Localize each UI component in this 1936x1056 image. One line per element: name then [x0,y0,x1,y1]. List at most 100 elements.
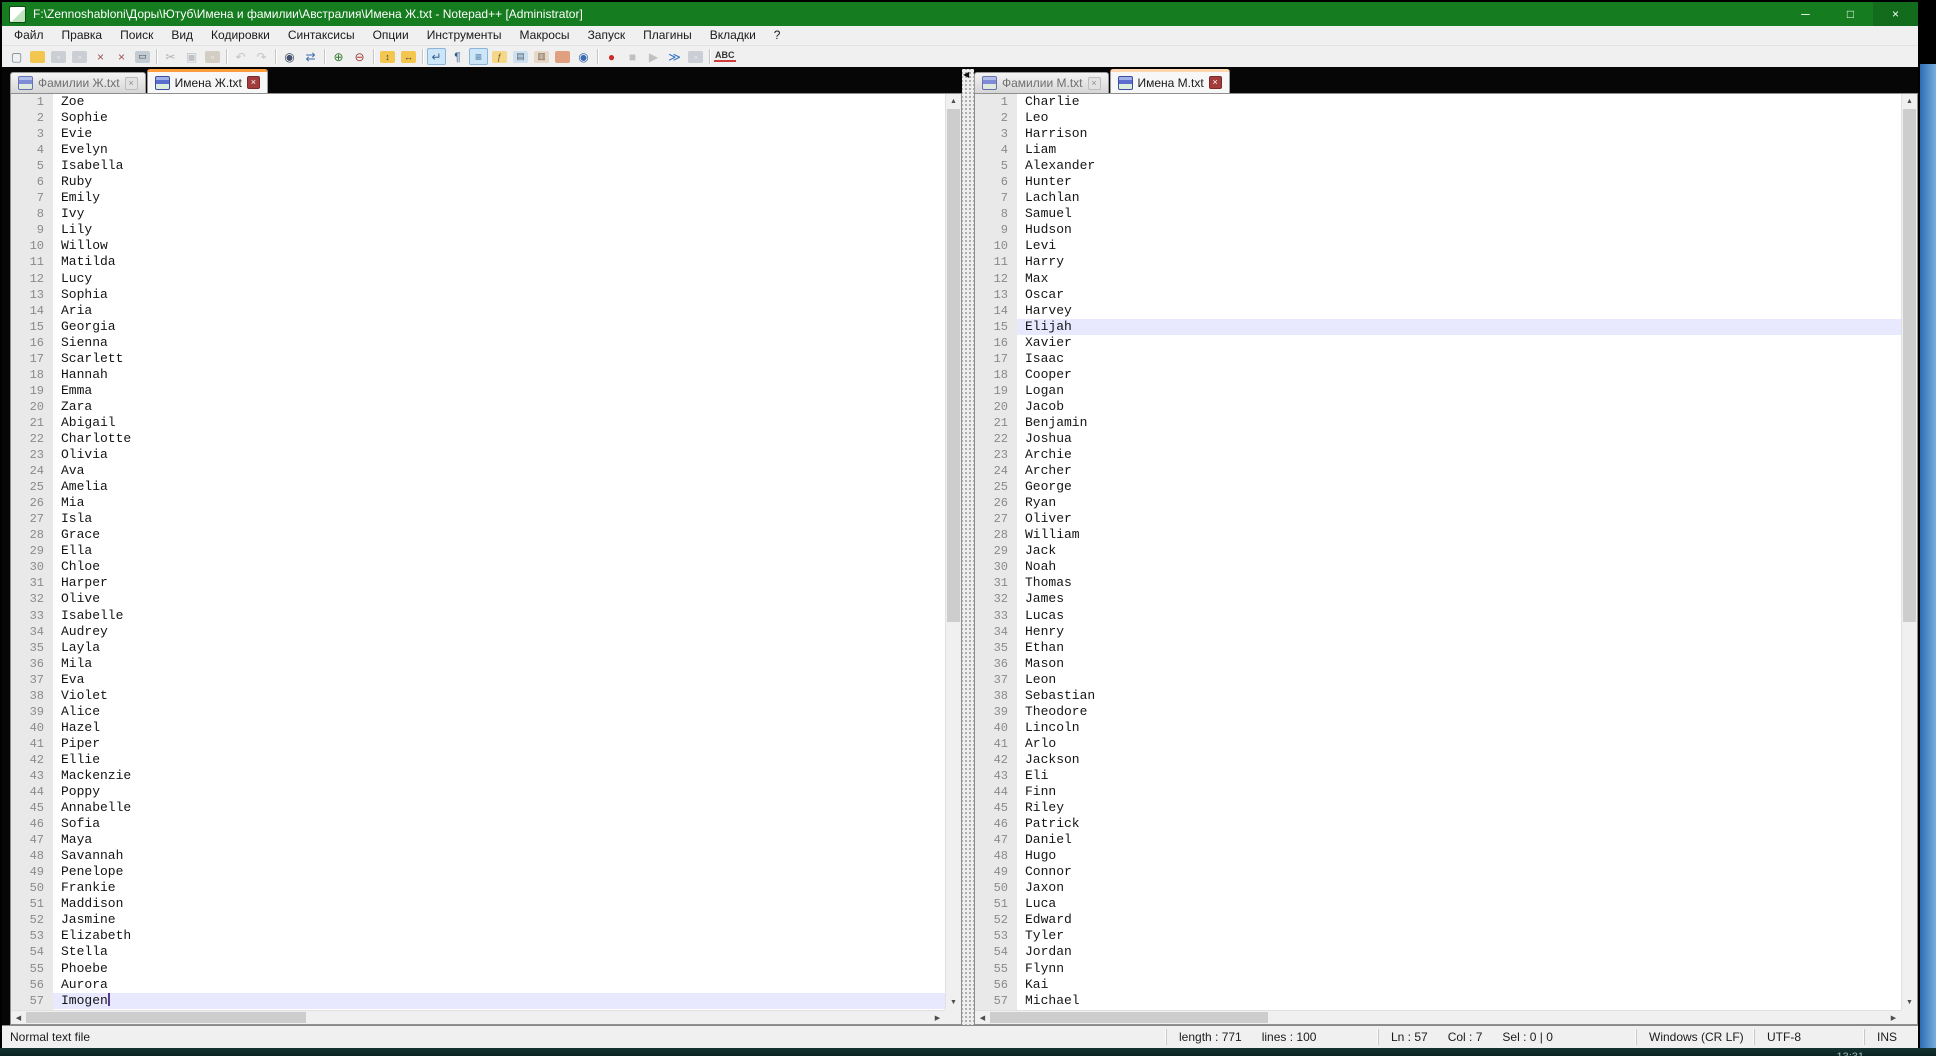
line-number: 27 [11,511,53,527]
status-eol-format[interactable]: Windows (CR LF) [1636,1029,1754,1045]
menu-item-file[interactable]: Файл [5,26,53,45]
line-text: George [1017,479,1901,495]
left-hscroll-thumb[interactable] [26,1012,306,1023]
zoom-in-icon[interactable]: ⊕ [329,48,348,65]
minimize-button[interactable]: ─ [1783,2,1828,26]
replace-icon[interactable]: ⇄ [301,48,320,65]
redo-icon[interactable]: ↷ [252,48,271,65]
pane-splitter[interactable]: ◀ [962,69,974,1025]
close-button[interactable]: × [1873,2,1918,26]
menu-item-window[interactable]: Вкладки [701,26,765,45]
line-number: 18 [975,367,1017,383]
line-text: Audrey [53,624,945,640]
saved-floppy-icon [18,76,33,90]
menu-item-macro[interactable]: Макросы [511,26,579,45]
tab-фамилии-m-txt[interactable]: Фамилии M.txt× [974,72,1109,93]
spell-check-abc-icon[interactable]: ABC [714,48,736,65]
paste-icon[interactable]: ▫ [203,48,222,65]
tab-close-icon[interactable]: × [1088,77,1101,90]
status-typing-mode[interactable]: INS [1864,1029,1918,1045]
line-number: 30 [11,559,53,575]
right-vertical-scrollbar[interactable]: ▲ ▼ [1901,94,1917,1010]
menu-item-tools[interactable]: Инструменты [418,26,511,45]
macro-save-icon[interactable]: ▫ [686,48,705,65]
scroll-down-arrow-icon[interactable]: ▼ [946,995,961,1010]
macro-playback-icon[interactable]: ▶ [644,48,663,65]
maximize-button[interactable]: □ [1828,2,1873,26]
menu-item-view[interactable]: Вид [162,26,202,45]
save-icon[interactable]: ▫ [49,48,68,65]
menu-item-edit[interactable]: Правка [53,26,112,45]
undo-icon[interactable]: ↶ [231,48,250,65]
file-monitoring-eye-icon[interactable]: ◉ [574,48,593,65]
editor-line: 28William [975,527,1901,543]
left-editor[interactable]: 1Zoe2Sophie3Evie4Evelyn5Isabella6Ruby7Em… [10,93,962,1025]
save-all-icon[interactable]: ▫ [70,48,89,65]
line-number: 13 [11,287,53,303]
tab-close-icon[interactable]: × [1209,76,1222,89]
status-cursor-position: Ln : 57 Col : 7 Sel : 0 | 0 [1378,1029,1636,1045]
indent-guide-icon[interactable]: ≡ [469,48,488,65]
close-file-icon[interactable]: × [91,48,110,65]
macro-run-multiple-icon[interactable]: ≫ [665,48,684,65]
menu-item-run[interactable]: Запуск [579,26,635,45]
line-text: Charlie [1017,94,1901,110]
sync-horizontal-scrolling-icon[interactable]: ↔ [399,48,418,65]
editor-line: 15Elijah [975,319,1901,335]
scroll-left-arrow-icon[interactable]: ◀ [11,1011,26,1024]
right-hscroll-thumb[interactable] [990,1012,1268,1023]
scroll-up-arrow-icon[interactable]: ▲ [946,94,961,109]
function-list-icon[interactable]: ƒ [490,48,509,65]
tab-close-icon[interactable]: × [247,76,260,89]
menu-item-help[interactable]: ? [765,26,790,45]
right-horizontal-scrollbar[interactable]: ◀ ▶ [975,1010,1901,1024]
show-all-characters-icon[interactable]: ¶ [448,48,467,65]
line-text: Hudson [1017,222,1901,238]
macro-stop-icon[interactable]: ■ [623,48,642,65]
scroll-right-arrow-icon[interactable]: ▶ [1886,1011,1901,1024]
line-number: 29 [11,543,53,559]
macro-record-icon[interactable]: ● [602,48,621,65]
menu-item-search[interactable]: Поиск [111,26,162,45]
menu-item-encoding[interactable]: Кодировки [202,26,279,45]
title-bar: F:\Zennoshabloni\Доры\Ютуб\Имена и фамил… [2,2,1918,26]
tab-close-icon[interactable]: × [125,77,138,90]
menu-item-language[interactable]: Синтаксисы [279,26,364,45]
line-text: Emily [53,190,945,206]
word-wrap-icon[interactable]: ↵ [427,48,446,65]
splitter-collapse-arrow-icon[interactable]: ◀ [963,71,969,79]
left-vscroll-thumb[interactable] [947,109,960,622]
open-file-icon[interactable] [28,48,47,65]
tab-имена-ж-txt[interactable]: Имена Ж.txt× [147,69,268,93]
close-all-icon[interactable]: × [112,48,131,65]
zoom-out-icon[interactable]: ⊖ [350,48,369,65]
scroll-right-arrow-icon[interactable]: ▶ [930,1011,945,1024]
sync-vertical-scrolling-icon[interactable]: ↕ [378,48,397,65]
status-encoding[interactable]: UTF-8 [1754,1029,1864,1045]
find-icon[interactable]: ◉ [280,48,299,65]
scroll-left-arrow-icon[interactable]: ◀ [975,1011,990,1024]
document-map-icon[interactable]: ▤ [511,48,530,65]
line-text: Benjamin [1017,415,1901,431]
new-file-icon[interactable]: ▢ [7,48,26,65]
menu-item-plugins[interactable]: Плагины [634,26,701,45]
right-editor[interactable]: 1Charlie2Leo3Harrison4Liam5Alexander6Hun… [974,93,1918,1025]
scroll-up-arrow-icon[interactable]: ▲ [1902,94,1917,109]
left-vertical-scrollbar[interactable]: ▲ ▼ [945,94,961,1010]
copy-icon[interactable]: ▣ [182,48,201,65]
right-text-area[interactable]: 1Charlie2Leo3Harrison4Liam5Alexander6Hun… [975,94,1901,1010]
line-number: 24 [975,463,1017,479]
left-horizontal-scrollbar[interactable]: ◀ ▶ [11,1010,945,1024]
print-icon[interactable]: ▭ [133,48,152,65]
tab-фамилии-ж-txt[interactable]: Фамилии Ж.txt× [10,72,146,93]
menu-item-settings[interactable]: Опции [364,26,418,45]
right-vscroll-thumb[interactable] [1903,109,1916,622]
document-switcher-icon[interactable]: ▥ [532,48,551,65]
tab-имена-m-txt[interactable]: Имена M.txt× [1110,69,1230,93]
left-text-area[interactable]: 1Zoe2Sophie3Evie4Evelyn5Isabella6Ruby7Em… [11,94,945,1010]
scroll-down-arrow-icon[interactable]: ▼ [1902,995,1917,1010]
line-text: Eva [53,672,945,688]
folder-as-workspace-icon[interactable] [553,48,572,65]
cut-icon[interactable]: ✂ [161,48,180,65]
line-text: Amelia [53,479,945,495]
